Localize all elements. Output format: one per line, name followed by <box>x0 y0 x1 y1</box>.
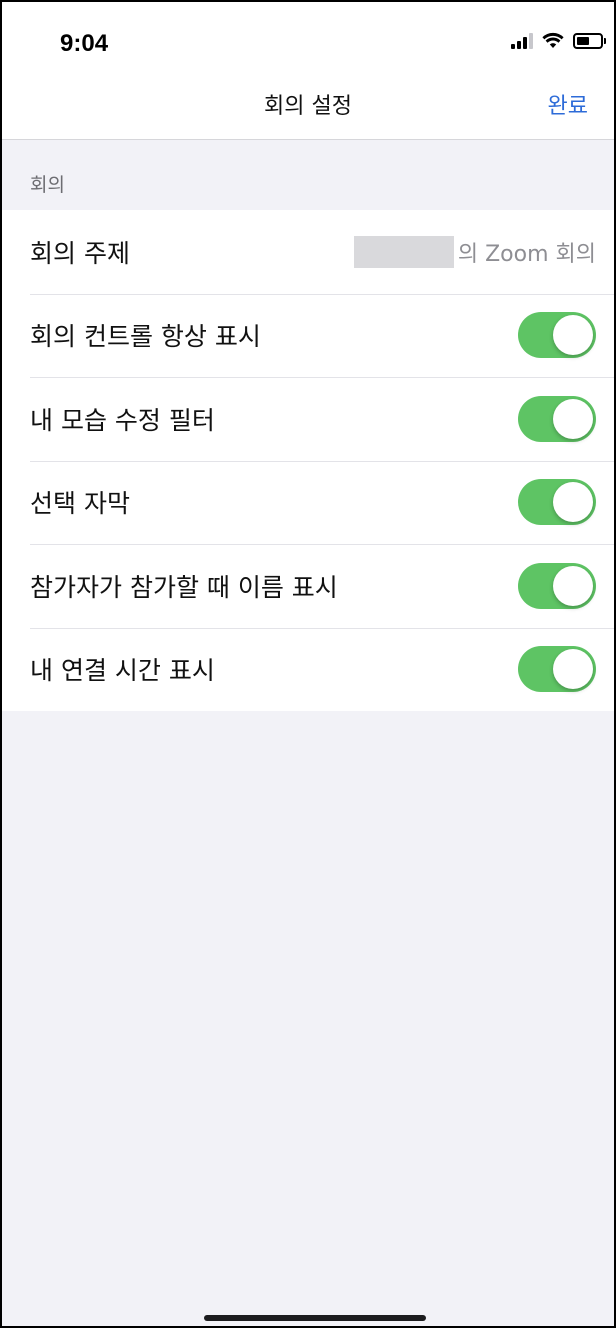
done-button[interactable]: 완료 <box>548 88 588 120</box>
row-label: 회의 컨트롤 항상 표시 <box>30 322 261 352</box>
redacted-name <box>353 235 454 268</box>
status-time: 9:04 <box>60 30 109 57</box>
section-header-meeting: 회의 <box>30 174 65 196</box>
touch-up-appearance-row: 내 모습 수정 필터 <box>2 377 614 461</box>
page-title: 회의 설정 <box>264 94 352 119</box>
home-indicator[interactable] <box>204 1315 426 1321</box>
closed-captions-row: 선택 자막 <box>2 460 614 545</box>
row-label: 참가자가 참가할 때 이름 표시 <box>30 572 338 602</box>
touch-up-appearance-toggle[interactable] <box>518 395 596 442</box>
meeting-topic-value: 의 Zoom 회의 <box>353 235 596 268</box>
battery-icon <box>573 32 606 49</box>
row-label: 내 연결 시간 표시 <box>30 656 215 686</box>
show-connected-time-row: 내 연결 시간 표시 <box>2 627 614 712</box>
wifi-icon <box>542 32 564 48</box>
closed-captions-toggle[interactable] <box>518 479 596 526</box>
always-show-controls-row: 회의 컨트롤 항상 표시 <box>2 293 614 378</box>
cellular-signal-icon <box>511 32 533 49</box>
meeting-topic-text: 의 Zoom 회의 <box>457 241 596 267</box>
phone-screen: 9:04 회의 설정 완료 회의 회의 주제 의 Zoom 회의 회의 컨트롤 … <box>0 0 616 1328</box>
row-label: 내 모습 수정 필터 <box>30 405 215 435</box>
settings-list: 회의 주제 의 Zoom 회의 회의 컨트롤 항상 표시 내 모습 수정 필터 … <box>2 210 614 711</box>
show-names-on-join-row: 참가자가 참가할 때 이름 표시 <box>2 544 614 628</box>
meeting-topic-row[interactable]: 회의 주제 의 Zoom 회의 <box>2 210 614 294</box>
row-label: 선택 자막 <box>30 489 130 519</box>
always-show-controls-toggle[interactable] <box>518 312 596 359</box>
row-label: 회의 주제 <box>30 238 130 268</box>
show-connected-time-toggle[interactable] <box>518 646 596 693</box>
navigation-bar: 9:04 회의 설정 완료 <box>2 2 614 140</box>
show-names-on-join-toggle[interactable] <box>518 562 596 609</box>
status-icons <box>511 32 606 49</box>
